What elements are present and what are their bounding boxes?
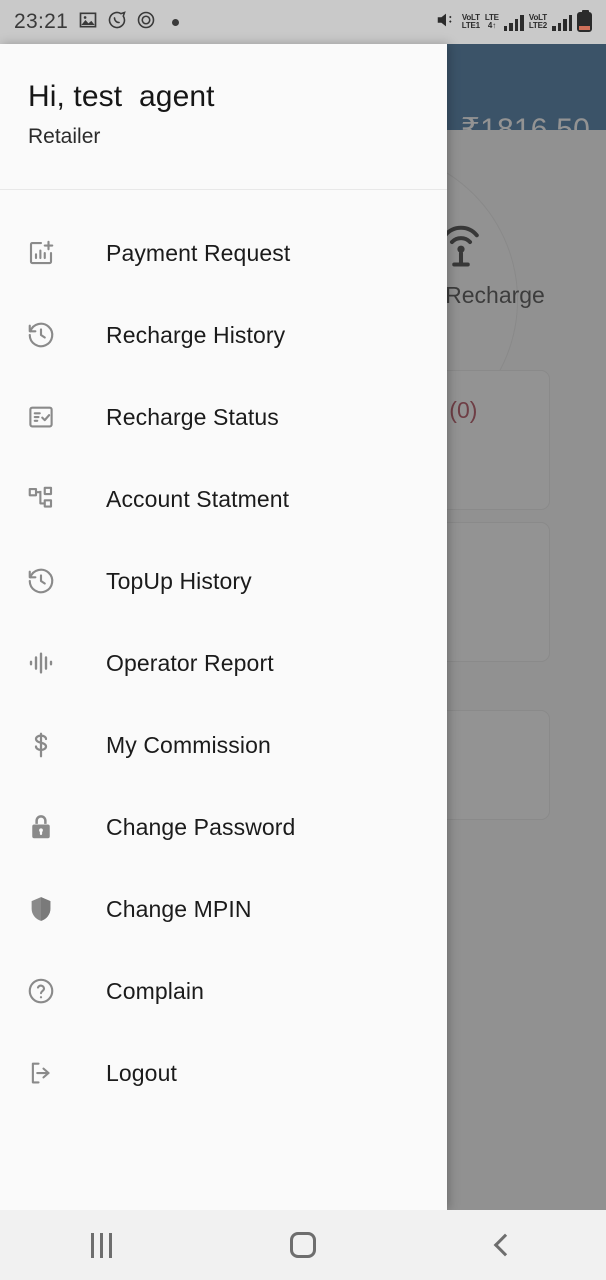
home-icon (290, 1232, 316, 1258)
menu-item-operator-report[interactable]: Operator Report (0, 622, 447, 704)
lte-indicator: LTE 4↑ (484, 12, 499, 30)
menu-label: Account Statment (106, 485, 290, 512)
alarm-icon (136, 10, 156, 35)
lock-icon (24, 810, 58, 844)
menu-item-logout[interactable]: Logout (0, 1032, 447, 1114)
signal-bars-sim1 (503, 14, 524, 31)
menu-label: Complain (106, 977, 204, 1004)
chart-add-icon (24, 236, 58, 270)
logout-arrow-icon (24, 1056, 58, 1090)
mute-icon (435, 9, 457, 36)
menu-item-my-commission[interactable]: My Commission (0, 704, 447, 786)
menu-label: Recharge History (106, 321, 286, 348)
signal-bars-sim2 (552, 14, 572, 31)
history-clock-icon (24, 564, 58, 598)
question-circle-icon (24, 974, 58, 1008)
menu-item-topup-history[interactable]: TopUp History (0, 540, 447, 622)
menu-label: Logout (106, 1059, 177, 1086)
shield-icon (24, 892, 58, 926)
waveform-icon (24, 646, 58, 680)
hierarchy-tree-icon (24, 482, 58, 516)
volte-indicator-sim1: VoLT LTE1 (461, 12, 480, 30)
menu-item-account-statment[interactable]: Account Statment (0, 458, 447, 540)
menu-item-complain[interactable]: Complain (0, 950, 447, 1032)
status-system-icons: VoLT LTE1 LTE 4↑ VoLT LTE2 (435, 9, 592, 36)
menu-label: Change Password (106, 813, 296, 840)
menu-label: Recharge Status (106, 403, 279, 430)
menu-label: TopUp History (106, 567, 252, 594)
gallery-icon (78, 10, 98, 35)
user-role: Retailer (28, 125, 101, 148)
phone-screen: ₹1816.50 Recharge Failure (0) ₹0.0 Sale … (0, 0, 606, 1280)
android-nav-bar (0, 1210, 606, 1280)
menu-item-change-password[interactable]: Change Password (0, 786, 447, 868)
dot-indicator (172, 18, 180, 26)
user-greeting: Hi, test agent (28, 80, 215, 113)
menu-label: My Commission (106, 731, 271, 758)
dollar-icon (24, 728, 58, 762)
drawer-menu: Payment Request Recharge History Recharg… (0, 190, 447, 1114)
status-bar: 23:21 VoLT LTE1 LTE 4↑ VoLT LTE2 (0, 0, 606, 44)
nav-back-button[interactable] (404, 1233, 606, 1257)
menu-label: Change MPIN (106, 895, 252, 922)
drawer-header: Hi, test agent Retailer (0, 44, 447, 189)
navigation-drawer: Hi, test agent Retailer Payment Request (0, 44, 447, 1210)
whatsapp-icon (107, 10, 127, 35)
history-clock-icon (24, 318, 58, 352)
nav-home-button[interactable] (202, 1232, 404, 1258)
checklist-icon (24, 400, 58, 434)
battery-icon (577, 10, 592, 32)
recents-icon (90, 1232, 112, 1258)
back-chevron-icon (493, 1233, 517, 1257)
volte-indicator-sim2: VoLT LTE2 (528, 12, 547, 30)
menu-item-recharge-history[interactable]: Recharge History (0, 294, 447, 376)
status-notification-icons (78, 10, 180, 35)
menu-item-change-mpin[interactable]: Change MPIN (0, 868, 447, 950)
status-time: 23:21 (14, 10, 69, 33)
menu-item-recharge-status[interactable]: Recharge Status (0, 376, 447, 458)
menu-item-payment-request[interactable]: Payment Request (0, 212, 447, 294)
nav-recents-button[interactable] (0, 1232, 202, 1258)
menu-label: Payment Request (106, 239, 291, 266)
menu-label: Operator Report (106, 649, 274, 676)
